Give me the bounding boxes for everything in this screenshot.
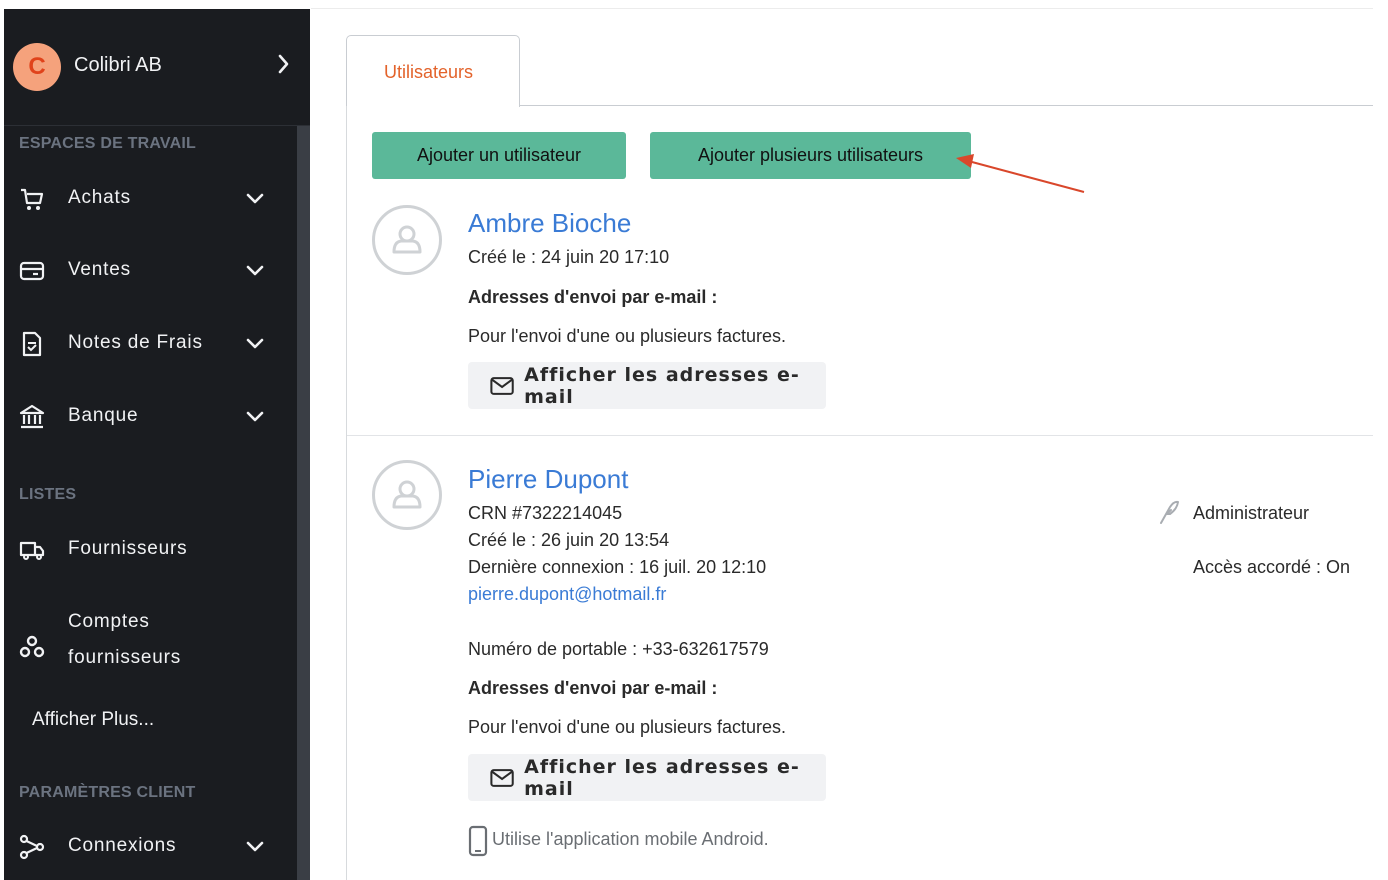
bank-icon	[19, 404, 45, 429]
accounts-icon	[19, 635, 45, 658]
section-lists: LISTES	[19, 486, 77, 503]
sidebar-item-connexions[interactable]: Connexions	[4, 821, 296, 871]
user-role: Administrateur	[1193, 503, 1310, 523]
sidebar-item-label: Comptes	[68, 611, 150, 632]
receipt-icon	[22, 331, 42, 357]
annotation-arrow	[956, 154, 1085, 193]
sidebar-item-label: Achats	[68, 187, 131, 208]
user-email-link[interactable]: pierre.dupont@hotmail.fr	[468, 584, 666, 605]
sidebar-item-label: Ventes	[68, 259, 131, 280]
truck-icon	[19, 541, 45, 560]
chevron-down-icon	[246, 193, 264, 204]
user-placeholder-icon	[392, 480, 422, 509]
mobile-app-note: Utilise l'application mobile Android.	[492, 829, 769, 849]
sidebar-item-achats[interactable]: Achats	[4, 173, 296, 223]
user-last-login: Dernière connexion : 16 juil. 20 12:10	[468, 557, 767, 577]
user-avatar	[372, 205, 442, 275]
sidebar-item-label: Fournisseurs	[68, 538, 188, 559]
panel-border	[346, 106, 347, 880]
chevron-down-icon	[246, 411, 264, 422]
show-emails-button[interactable]: Afficher les adresses e-mail	[468, 362, 826, 409]
feather-icon	[1160, 500, 1179, 524]
tab-utilisateurs[interactable]: Utilisateurs	[346, 35, 520, 107]
show-emails-label: Afficher les adresses e-mail	[524, 363, 800, 408]
user-divider	[347, 435, 1373, 436]
add-user-button[interactable]: Ajouter un utilisateur	[372, 132, 626, 179]
user-name-link[interactable]: Pierre Dupont	[468, 464, 628, 495]
org-avatar: C	[13, 43, 61, 91]
user-name-link[interactable]: Ambre Bioche	[468, 208, 631, 239]
sidebar-item-comptes-fournisseurs[interactable]: Comptes fournisseurs	[4, 607, 296, 687]
org-name: Colibri AB	[74, 54, 162, 76]
sidebar-item-banque[interactable]: Banque	[4, 391, 296, 441]
show-emails-button[interactable]: Afficher les adresses e-mail	[468, 754, 826, 801]
chevron-down-icon	[246, 265, 264, 276]
user-created: Créé le : 24 juin 20 17:10	[468, 247, 670, 267]
chevron-right-icon	[278, 54, 289, 74]
sidebar-item-label: Banque	[68, 405, 139, 426]
show-more-link[interactable]: Afficher Plus...	[32, 709, 154, 731]
add-multiple-users-button[interactable]: Ajouter plusieurs utilisateurs	[650, 132, 971, 179]
top-divider	[311, 8, 1373, 9]
sidebar-item-notes-de-frais[interactable]: Notes de Frais	[4, 318, 296, 368]
sidebar-item-label: Notes de Frais	[68, 332, 203, 353]
email-heading: Adresses d'envoi par e-mail :	[468, 287, 718, 307]
sidebar-item-ventes[interactable]: Ventes	[4, 245, 296, 295]
section-workspaces: ESPACES DE TRAVAIL	[19, 135, 196, 152]
user-mobile: Numéro de portable : +33-632617579	[468, 639, 769, 659]
show-emails-label: Afficher les adresses e-mail	[524, 755, 800, 800]
envelope-icon	[490, 376, 514, 395]
section-client-settings: PARAMÈTRES CLIENT	[19, 784, 196, 801]
chevron-down-icon	[246, 338, 264, 349]
sidebar-item-label: fournisseurs	[68, 647, 182, 668]
chevron-down-icon	[246, 841, 264, 852]
tab-label: Utilisateurs	[384, 62, 474, 82]
user-placeholder-icon	[392, 225, 422, 254]
sidebar-item-fournisseurs[interactable]: Fournisseurs	[4, 524, 296, 574]
envelope-icon	[490, 768, 514, 787]
email-heading: Adresses d'envoi par e-mail :	[468, 678, 718, 698]
email-description: Pour l'envoi d'une ou plusieurs factures…	[468, 326, 787, 346]
sidebar-scrollbar[interactable]	[297, 126, 310, 880]
org-switcher[interactable]: C Colibri AB	[4, 9, 310, 126]
user-created: Créé le : 26 juin 20 13:54	[468, 530, 670, 550]
mobile-phone-icon	[468, 825, 488, 857]
cart-icon	[21, 188, 44, 210]
access-granted: Accès accordé : On	[1193, 557, 1351, 577]
user-avatar	[372, 460, 442, 530]
email-description: Pour l'envoi d'une ou plusieurs factures…	[468, 717, 787, 737]
connections-icon	[19, 834, 45, 860]
tab-divider	[519, 105, 1373, 106]
wallet-icon	[19, 261, 45, 281]
user-crn: CRN #7322214045	[468, 503, 623, 523]
sidebar-item-label: Connexions	[68, 835, 177, 856]
sidebar: C Colibri AB ESPACES DE TRAVAIL Achats V…	[4, 9, 310, 880]
